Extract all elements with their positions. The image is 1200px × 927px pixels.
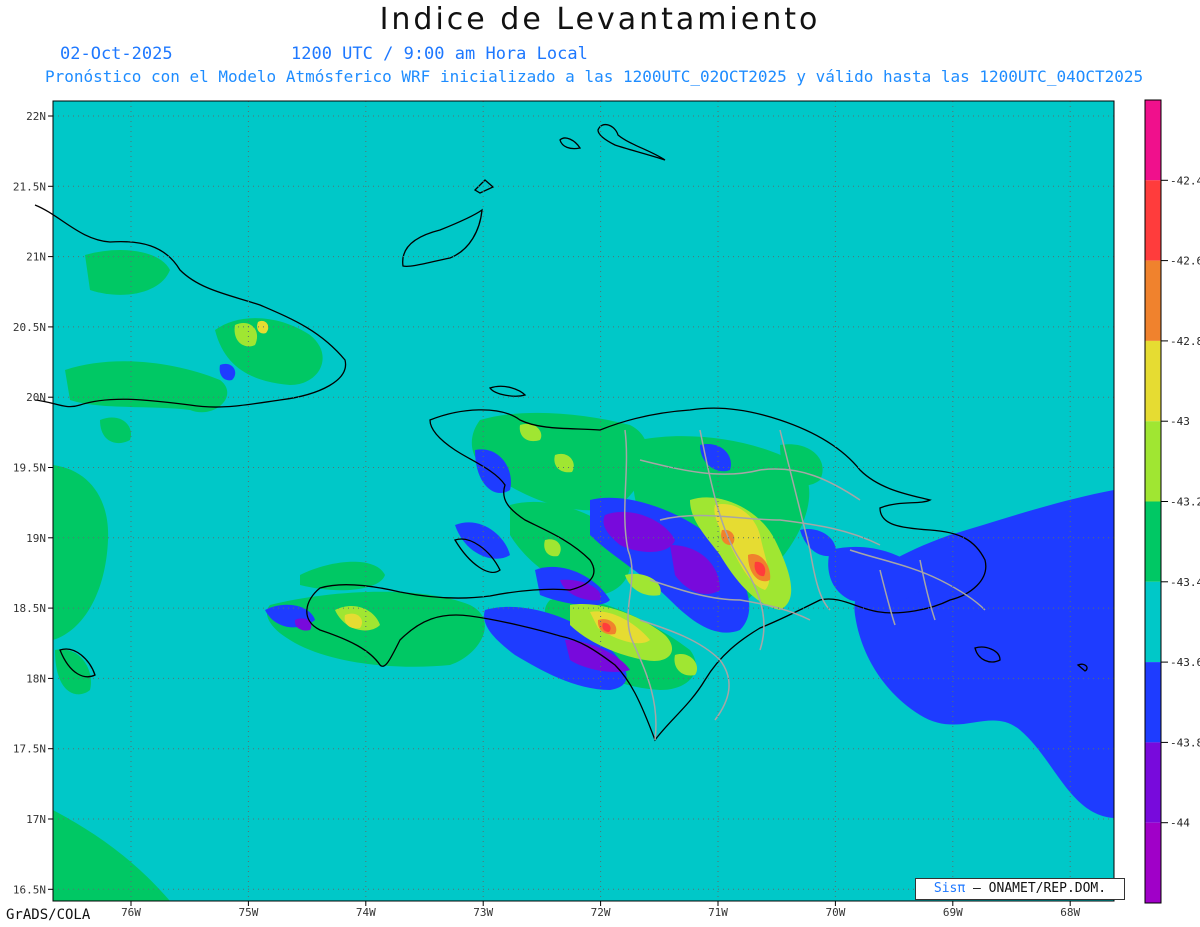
- colorbar-swatch: [1145, 421, 1161, 502]
- colorbar-label: -42.4: [1170, 174, 1200, 187]
- colorbar-label: -42.6: [1170, 255, 1200, 268]
- lat-label: 21N: [26, 251, 46, 264]
- colorbar-swatch: [1145, 180, 1161, 261]
- colorbar: -42.4 -42.6 -42.8 -43 -43.2 -43.4 -43.6 -43.8 -4…: [1144, 99, 1200, 904]
- colorbar-label: -43.8: [1170, 736, 1200, 749]
- colorbar-swatch: [1145, 340, 1161, 422]
- colorbar-label: -44: [1170, 817, 1190, 830]
- lat-label: 16.5N: [13, 883, 46, 896]
- lat-label: 19N: [26, 532, 46, 545]
- lon-label: 68W: [1060, 906, 1080, 919]
- colorbar-swatch: [1145, 501, 1161, 582]
- footer-credit: GrADS/COLA: [6, 907, 91, 923]
- lon-label: 76W: [121, 906, 141, 919]
- lat-label: 20.5N: [13, 321, 46, 334]
- lon-label: 75W: [238, 906, 258, 919]
- lon-label: 69W: [943, 906, 963, 919]
- credit-logo: Sisπ: [933, 881, 966, 896]
- lat-label: 22N: [26, 110, 46, 123]
- colorbar-label: -43.2: [1170, 496, 1200, 509]
- colorbar-swatch: [1145, 100, 1161, 181]
- lifted-index-map: 22N 21.5N 21N 20.5N 20N 19.5N 19N 18.5N 18N 17.5N…: [13, 99, 1200, 919]
- lon-label: 71W: [708, 906, 728, 919]
- longitude-labels: 76W 75W 74W 73W 72W 71W 70W 69W 68W: [121, 901, 1081, 919]
- lat-label: 17.5N: [13, 743, 46, 756]
- lon-label: 73W: [473, 906, 493, 919]
- lat-label: 18N: [26, 672, 46, 685]
- colorbar-swatch: [1145, 742, 1161, 823]
- credit-box: Sisπ – ONAMET/REP.DOM.: [915, 878, 1125, 900]
- lon-label: 72W: [591, 906, 611, 919]
- lat-label: 18.5N: [13, 602, 46, 615]
- lat-label: 19.5N: [13, 462, 46, 475]
- colorbar-swatch: [1145, 581, 1161, 663]
- lon-label: 74W: [356, 906, 376, 919]
- colorbar-label: -43: [1170, 415, 1190, 428]
- colorbar-label: -43.6: [1170, 656, 1200, 669]
- colorbar-swatch: [1145, 822, 1161, 903]
- colorbar-label: -43.4: [1170, 576, 1200, 589]
- lat-label: 21.5N: [13, 180, 46, 193]
- lat-label: 20N: [26, 391, 46, 404]
- lon-label: 70W: [825, 906, 845, 919]
- colorbar-swatch: [1145, 662, 1161, 743]
- latitude-labels: 22N 21.5N 21N 20.5N 20N 19.5N 19N 18.5N 18N 17.5N…: [13, 110, 53, 896]
- colorbar-label: -42.8: [1170, 335, 1200, 348]
- credit-text: – ONAMET/REP.DOM.: [973, 881, 1107, 896]
- colorbar-swatch: [1145, 260, 1161, 341]
- lat-label: 17N: [26, 813, 46, 826]
